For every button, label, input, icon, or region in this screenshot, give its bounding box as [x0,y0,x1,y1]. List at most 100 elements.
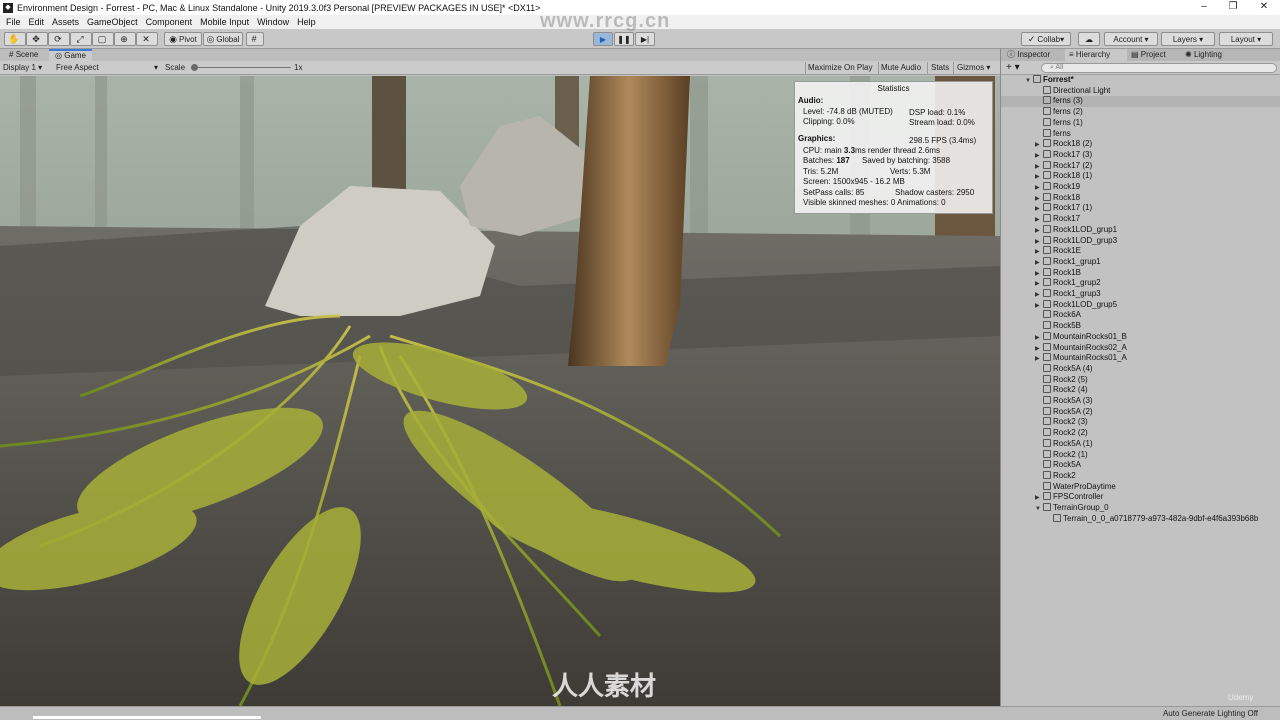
hierarchy-item[interactable]: ▼ Forrest* [1001,75,1280,86]
display-dropdown[interactable]: Display 1 ▾ [3,61,42,75]
hierarchy-item[interactable]: ▶ Rock17 (2) [1001,160,1280,172]
hierarchy-item[interactable]: ▼ TerrainGroup_0 [1001,503,1280,514]
rect-tool-button[interactable]: ▢ [92,32,114,46]
hierarchy-item[interactable]: Rock5A (4) [1001,363,1280,375]
hand-tool-button[interactable]: ✋ [4,32,26,46]
step-button[interactable]: ▶| [635,32,655,46]
hierarchy-item[interactable]: ferns (3) [1001,96,1280,108]
tab-inspector[interactable]: ⓘ Inspector [1003,49,1065,61]
hierarchy-item[interactable]: Rock2 (2) [1001,428,1280,439]
pivot-label: Pivot [179,34,197,44]
batches-stat: Batches: 187 [803,156,850,165]
hierarchy-item[interactable]: ▶ MountainRocks01_B [1001,331,1280,343]
hierarchy-item[interactable]: Rock2 (3) [1001,417,1280,428]
hierarchy-item[interactable]: ferns (2) [1001,107,1280,118]
custom-tool-button[interactable]: ✕ [136,32,158,46]
hierarchy-item[interactable]: ▶ Rock1_grup3 [1001,289,1280,300]
display-label: Display 1 [3,63,36,72]
hierarchy-item[interactable]: ▶ Rock17 (3) [1001,149,1280,161]
maximize-button[interactable]: ❐ [1219,0,1247,15]
create-button[interactable]: + ▾ [1006,62,1020,73]
hierarchy-item-label: Rock5A [1053,460,1082,470]
maximize-on-play-toggle[interactable]: Maximize On Play [808,61,872,75]
hierarchy-item[interactable]: ▶ MountainRocks02_A [1001,342,1280,354]
pause-icon: ❚❚ [617,34,631,44]
menu-file[interactable]: File [2,17,25,27]
close-button[interactable]: ✕ [1250,0,1278,15]
collab-dropdown[interactable]: ✓ Collab ▾ [1021,32,1071,46]
hierarchy-item[interactable]: ▶ FPSController [1001,492,1280,503]
global-toggle[interactable]: ◎ Global [203,32,243,46]
minimize-button[interactable]: – [1190,0,1218,15]
rotate-tool-button[interactable]: ⟳ [48,32,70,46]
tab-hierarchy[interactable]: ≡ Hierarchy [1065,49,1127,61]
menu-edit[interactable]: Edit [25,17,49,27]
search-placeholder: All [1055,64,1064,71]
hierarchy-item[interactable]: Rock5B [1001,321,1280,332]
scale-tool-button[interactable]: ⤢ [70,32,92,46]
hierarchy-item[interactable]: ▶ Rock17 (1) [1001,203,1280,214]
hierarchy-item[interactable]: Rock5A [1001,460,1280,471]
video-progress-strip [33,716,261,719]
hierarchy-item-label: Rock17 (2) [1053,160,1093,170]
cloud-button[interactable]: ☁ [1078,32,1100,46]
hierarchy-item[interactable]: Terrain_0_0_a0718779-a973-482a-9dbf-e4f6… [1001,513,1280,525]
divider [805,62,806,74]
hierarchy-item[interactable]: Rock2 [1001,470,1280,482]
tab-scene[interactable]: # Scene [3,49,44,61]
hierarchy-item[interactable]: ▶ MountainRocks01_A [1001,353,1280,364]
hierarchy-item[interactable]: ferns (1) [1001,117,1280,129]
hierarchy-item[interactable]: Rock6A [1001,310,1280,321]
transform-tool-button[interactable]: ⊕ [114,32,136,46]
layout-dropdown[interactable]: Layout ▾ [1219,32,1273,46]
hierarchy-item[interactable]: ▶ Rock19 [1001,182,1280,193]
hierarchy-item[interactable]: ▶ Rock17 [1001,214,1280,225]
hierarchy-item-label: Rock2 (5) [1053,374,1088,384]
menu-assets[interactable]: Assets [48,17,83,27]
menu-help[interactable]: Help [293,17,320,27]
audio-level: Level: -74.8 dB (MUTED) [803,107,893,116]
menu-mobile-input[interactable]: Mobile Input [196,17,253,27]
slider-thumb[interactable] [191,64,198,71]
hierarchy-item[interactable]: ▶ Rock1LOD_grup1 [1001,224,1280,236]
hierarchy-item[interactable]: Rock2 (5) [1001,374,1280,386]
layers-dropdown[interactable]: Layers ▾ [1161,32,1215,46]
hierarchy-item[interactable]: WaterProDaytime [1001,481,1280,493]
hierarchy-item[interactable]: Rock2 (1) [1001,449,1280,461]
aspect-dropdown[interactable]: Free Aspect ▾ [56,61,158,75]
saved-batching: Saved by batching: 3588 [862,156,951,165]
hierarchy-item[interactable]: ▶ Rock18 [1001,192,1280,204]
hierarchy-item[interactable]: ferns [1001,128,1280,140]
scale-slider[interactable] [191,61,291,75]
hierarchy-item[interactable]: ▶ Rock18 (2) [1001,139,1280,150]
account-dropdown[interactable]: Account ▾ [1104,32,1158,46]
mute-audio-toggle[interactable]: Mute Audio [881,61,921,75]
menu-gameobject[interactable]: GameObject [83,17,142,27]
play-button[interactable]: ▶ [593,32,613,46]
tab-game[interactable]: ◎ Game [49,49,93,61]
tab-project-label: Project [1140,50,1166,59]
hierarchy-item[interactable]: Rock5A (3) [1001,396,1280,407]
gizmos-toggle[interactable]: Gizmos ▾ [957,61,990,75]
hierarchy-item[interactable]: Directional Light [1001,85,1280,97]
hierarchy-item[interactable]: ▶ Rock18 (1) [1001,171,1280,182]
tab-project[interactable]: ▤ Project [1127,49,1181,61]
hierarchy-item[interactable]: ▶ Rock1_grup1 [1001,256,1280,268]
hierarchy-item[interactable]: ▶ Rock1LOD_grup5 [1001,299,1280,311]
move-tool-button[interactable]: ✥ [26,32,48,46]
menu-window[interactable]: Window [253,17,293,27]
menu-component[interactable]: Component [142,17,197,27]
hierarchy-item[interactable]: Rock5A (1) [1001,438,1280,450]
tab-lighting[interactable]: ✺ Lighting [1181,49,1261,61]
grid-snap-button[interactable]: # [246,32,264,46]
hierarchy-item[interactable]: ▶ Rock1E [1001,246,1280,257]
pause-button[interactable]: ❚❚ [614,32,634,46]
hierarchy-item[interactable]: ▶ Rock1LOD_grup3 [1001,235,1280,247]
hierarchy-item[interactable]: ▶ Rock1B [1001,267,1280,279]
hierarchy-item[interactable]: ▶ Rock1_grup2 [1001,278,1280,289]
hierarchy-item[interactable]: Rock2 (4) [1001,385,1280,396]
pivot-toggle[interactable]: ◉ Pivot [164,32,202,46]
stats-toggle[interactable]: Stats [931,61,949,75]
hierarchy-item[interactable]: Rock5A (2) [1001,406,1280,418]
hierarchy-search-input[interactable]: ⌕ All [1041,63,1277,73]
